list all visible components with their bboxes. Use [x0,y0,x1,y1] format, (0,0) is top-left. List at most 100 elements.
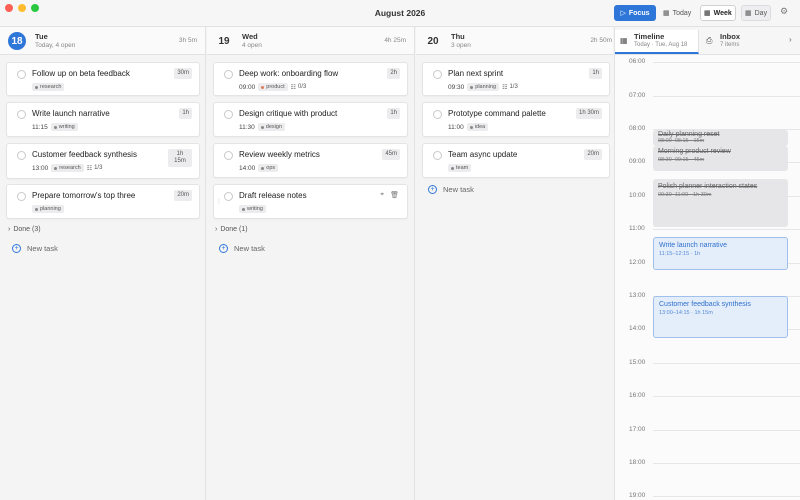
task-checkbox[interactable] [433,70,442,79]
task-duration-badge: 1h 15m [168,149,192,167]
plus-icon: + [428,185,437,194]
task-title: Review weekly metrics [239,150,320,159]
task-title: Write launch narrative [32,109,110,118]
task-checkbox[interactable] [224,192,233,201]
new-task-label: New task [443,185,474,194]
hour-label: 13:00 [629,292,646,299]
task-meta: 11:30 design [239,123,286,131]
task-card[interactable]: Team async update 20m team [422,143,610,178]
subtasks-progress: 1/3 [94,165,103,171]
hour-gridline [653,430,800,431]
task-checkbox[interactable] [17,151,26,160]
hour-label: 16:00 [629,392,646,399]
task-title: Deep work: onboarding flow [239,69,339,78]
task-title: Plan next sprint [448,69,504,78]
task-card[interactable]: Plan next sprint 1h 09:30 planning ☷ 1/3 [422,62,610,96]
new-task-button[interactable]: + New task [428,185,474,194]
week-view-button[interactable]: ▦ Week [700,5,736,21]
task-time: 11:30 [239,123,255,131]
task-tag[interactable]: product [258,83,288,91]
task-tag[interactable]: research [51,164,84,172]
task-card[interactable]: Follow up on beta feedback 30m research [6,62,200,96]
focus-target-icon[interactable]: ⌖ [380,191,384,199]
task-duration-badge: 1h [589,68,602,79]
task-meta: team [448,164,472,172]
task-checkbox[interactable] [224,70,233,79]
focus-button[interactable]: ▷ Focus [614,5,656,21]
timeline-event[interactable]: Customer feedback synthesis 13:00–14:15 … [653,296,788,338]
close-window-button[interactable] [5,4,13,12]
timeline-event-completed[interactable]: Polish planner interaction states 09:30–… [653,179,788,227]
hour-label: 15:00 [629,359,646,366]
task-card[interactable]: Write launch narrative 1h 11:15 writing [6,102,200,137]
task-title: Customer feedback synthesis [32,150,137,159]
day-label: Day [754,9,768,17]
task-tag[interactable]: design [257,123,286,131]
task-time: 13:00 [32,164,49,172]
day-view-button[interactable]: ▦ Day [741,5,772,21]
checklist-icon: ☷ [290,84,297,91]
new-task-button[interactable]: + New task [219,244,265,253]
task-time: 11:00 [448,123,464,131]
timeline-event[interactable]: Write launch narrative 11:15–12:15 · 1h [653,237,788,270]
task-checkbox[interactable] [17,192,26,201]
task-card[interactable]: Customer feedback synthesis 1h 15m 13:00… [6,143,200,179]
task-tag[interactable]: research [32,83,65,91]
task-tag[interactable]: planning [32,205,64,213]
new-task-button[interactable]: + New task [12,244,58,253]
task-title: Follow up on beta feedback [32,69,130,78]
timeline-event-completed[interactable]: Morning product review 08:30–09:15 · 45m [653,146,788,171]
task-meta: 09:00 product ☷ 0/3 [239,83,306,91]
task-card[interactable]: Deep work: onboarding flow 2h 09:00 prod… [213,62,408,96]
task-meta: research [32,83,65,91]
task-checkbox[interactable] [433,110,442,119]
task-tag[interactable]: writing [239,205,266,213]
calendar-icon: ▦ [663,10,670,17]
tab-timeline[interactable]: ▦ Timeline Today · Tue, Aug 18 [615,30,699,54]
task-card[interactable]: Prepare tomorrow's top three 20m plannin… [6,184,200,219]
day-header: 18 Tue Today, 4 open 3h 5m [0,27,205,55]
task-tag[interactable]: team [448,164,472,172]
hour-label: 19:00 [629,492,646,499]
zoom-window-button[interactable] [31,4,39,12]
timeline-panel: ▦ Timeline Today · Tue, Aug 18 ⎙ Inbox 7… [614,27,800,500]
tab-inbox[interactable]: ⎙ Inbox 7 items [701,30,785,54]
chevron-right-icon: › [8,226,11,233]
trash-icon[interactable]: 🗑 [390,191,399,199]
task-duration-badge: 45m [382,149,400,160]
today-label: Today [672,9,692,17]
task-tag[interactable]: writing [50,123,78,131]
minimize-window-button[interactable] [18,4,26,12]
drag-handle-icon[interactable]: ⋮ [216,198,222,205]
task-meta: writing [239,205,266,213]
task-meta: 11:15 writing [32,123,78,131]
day-open-count: 4 open [242,42,262,49]
chevron-right-icon: › [215,226,218,233]
task-title: Team async update [448,150,518,159]
task-tag[interactable]: ops [258,164,279,172]
task-checkbox[interactable] [17,110,26,119]
done-section-toggle[interactable]: › Done (3) [8,226,41,233]
settings-gear-icon[interactable]: ⚙ [780,6,788,17]
day-name: Tue [35,32,48,41]
task-actions: ⌖ 🗑 [380,191,399,199]
task-checkbox[interactable] [433,151,442,160]
task-tag[interactable]: planning [467,83,500,91]
task-card-hovered[interactable]: ⋮ Draft release notes ⌖ 🗑 writing [213,184,408,219]
task-checkbox[interactable] [224,110,233,119]
task-title: Prepare tomorrow's top three [32,191,136,200]
done-section-toggle[interactable]: › Done (1) [215,226,248,233]
task-card[interactable]: Prototype command palette 1h 30m 11:00 i… [422,102,610,137]
chevron-right-icon[interactable]: › [789,35,792,44]
today-button[interactable]: ▦ Today [660,5,694,21]
task-card[interactable]: Review weekly metrics 45m 14:00 ops [213,143,408,178]
task-checkbox[interactable] [17,70,26,79]
task-duration-badge: 20m [174,190,192,201]
subtasks-count: ☷ 1/3 [502,84,518,91]
day-header: 20 Thu 3 open 2h 50m [416,27,613,55]
timeline-event-completed[interactable]: Daily planning reset 08:00–08:15 · 15m [653,130,788,146]
task-card[interactable]: Design critique with product 1h 11:30 de… [213,102,408,137]
hour-label: 09:00 [629,158,646,165]
task-checkbox[interactable] [224,151,233,160]
task-tag[interactable]: idea [466,123,489,131]
